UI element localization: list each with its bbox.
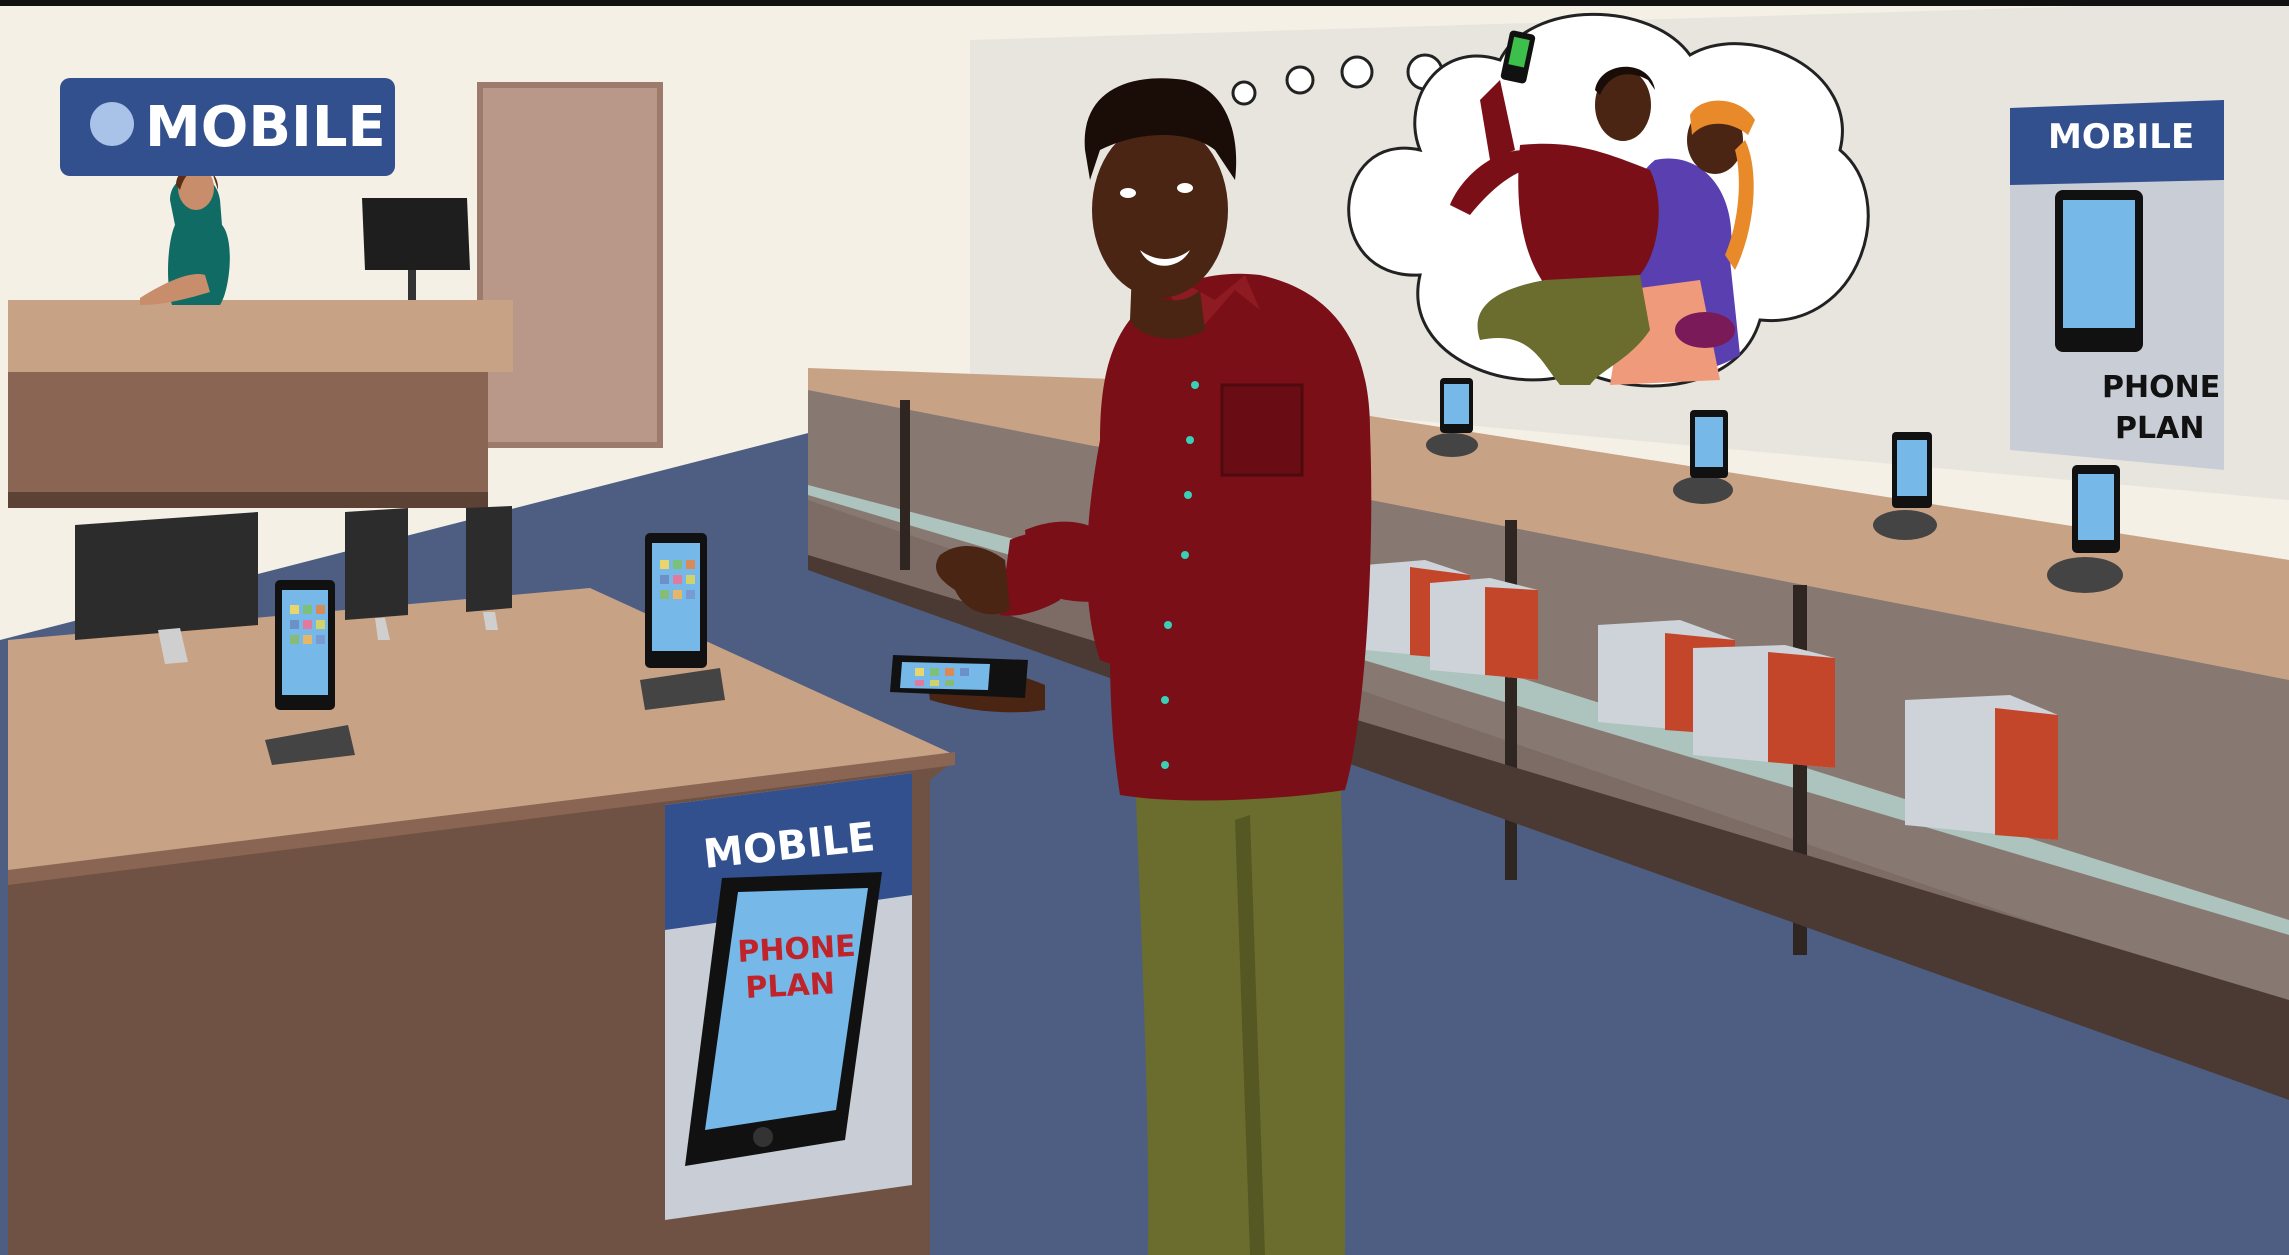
back-door bbox=[477, 82, 663, 448]
poster-right-title: MOBILE bbox=[2048, 117, 2194, 157]
mobile-sign-top-left-label: MOBILE bbox=[145, 95, 386, 160]
phone-plan-poster-front: MOBILE PHONE PLAN bbox=[665, 773, 912, 1220]
sign-dot-icon bbox=[90, 102, 134, 146]
store-scene: MOBILE MOBILE PHONE PLAN MOBILE PHONE PL… bbox=[0, 0, 2289, 1255]
held-phone bbox=[890, 655, 1028, 698]
poster-front-line2: PLAN bbox=[745, 966, 836, 1006]
mobile-sign-top-left: MOBILE bbox=[60, 78, 395, 176]
poster-right-line1: PHONE bbox=[2102, 370, 2220, 405]
reception-desk bbox=[8, 300, 513, 508]
man-face bbox=[1092, 122, 1228, 298]
poster-right-line2: PLAN bbox=[2115, 411, 2204, 446]
poster-front-line1: PHONE bbox=[737, 929, 857, 970]
phone-plan-poster-right: MOBILE PHONE PLAN bbox=[2010, 100, 2224, 470]
